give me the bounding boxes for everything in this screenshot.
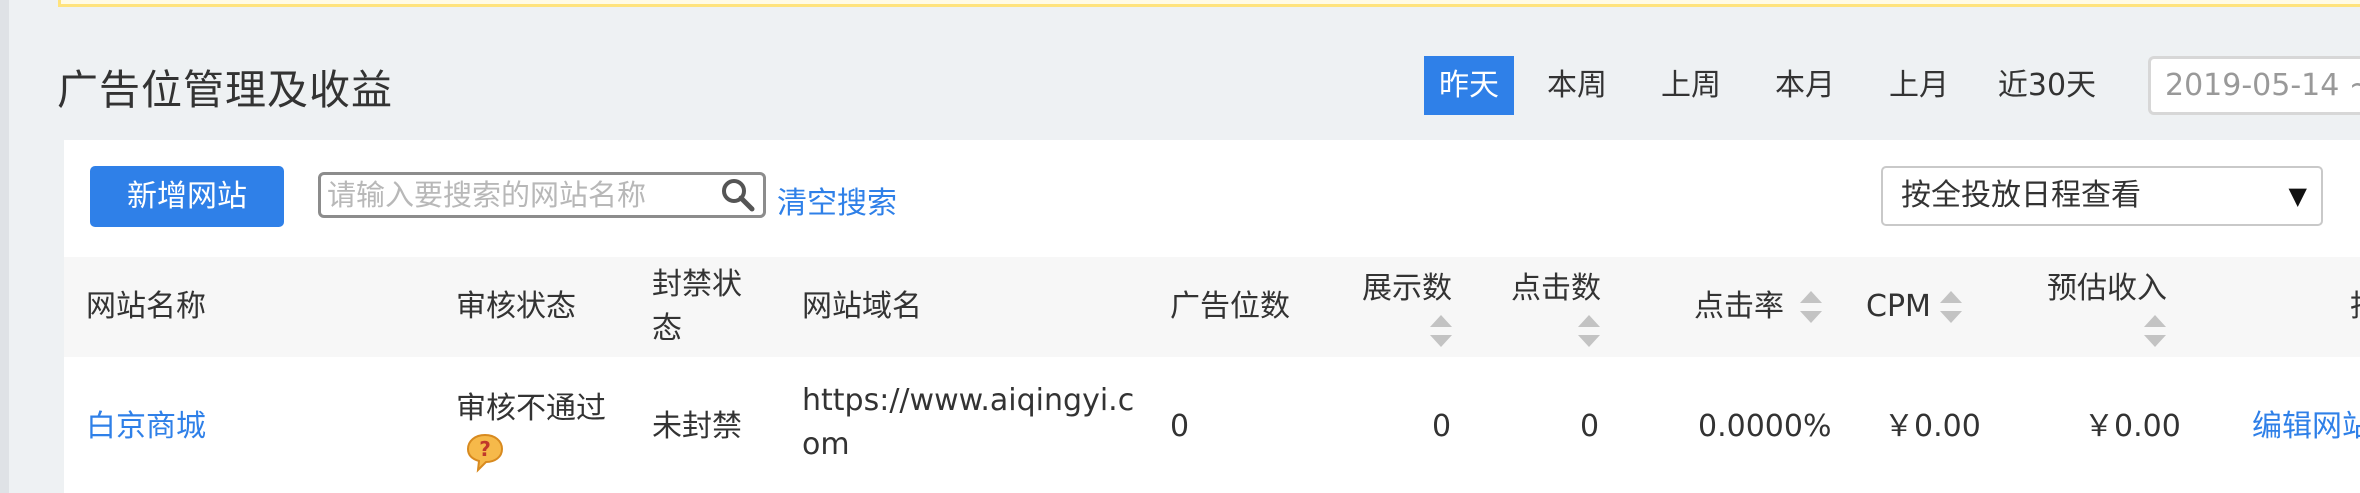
ban-status: 未封禁 — [652, 409, 742, 444]
col-clicks: 点击数 — [1511, 271, 1601, 306]
col-est-revenue: 预估收入 — [2047, 271, 2167, 306]
col-impressions: 展示数 — [1362, 271, 1452, 306]
date-range-picker[interactable]: 2019-05-14 ~ — [2148, 56, 2360, 115]
col-actions: 指 — [2350, 285, 2360, 329]
sort-ctr-icon[interactable] — [1800, 291, 1822, 327]
tab-last-month[interactable]: 上月 — [1874, 56, 1964, 115]
chevron-down-icon: ▼ — [2288, 182, 2307, 210]
col-site-name: 网站名称 — [86, 289, 206, 324]
col-review-status: 审核状态 — [456, 289, 576, 324]
domain-line1: https://www.aiqingyi.c — [802, 383, 1135, 418]
view-mode-select[interactable]: 按全投放日程查看 ▼ — [1881, 166, 2323, 226]
tab-this-month[interactable]: 本月 — [1760, 56, 1850, 115]
tab-last-week[interactable]: 上周 — [1646, 56, 1736, 115]
tab-this-week[interactable]: 本周 — [1532, 56, 1622, 115]
search-icon[interactable] — [716, 174, 760, 218]
notice-bar — [58, 0, 2360, 7]
col-ban-status: 封禁状 态 — [652, 263, 742, 351]
col-domain: 网站域名 — [802, 289, 922, 324]
impressions-value: 0 — [1432, 409, 1452, 444]
view-mode-value: 按全投放日程查看 — [1901, 178, 2141, 213]
tab-yesterday[interactable]: 昨天 — [1424, 56, 1514, 115]
review-status: 审核不通过 — [456, 391, 606, 426]
search-input[interactable] — [318, 172, 766, 218]
col-ad-slots: 广告位数 — [1170, 289, 1290, 324]
clear-search-link[interactable]: 清空搜索 — [777, 178, 897, 222]
help-icon[interactable]: ? — [464, 431, 506, 473]
domain-cell: https://www.aiqingyi.c om — [802, 379, 1134, 467]
col-cpm: CPM — [1866, 289, 1931, 324]
table-row: 白京商城 审核不通过 ? 未封禁 https://www.aiqingyi.c … — [64, 357, 2360, 493]
domain-line2: om — [802, 427, 850, 462]
sort-revenue-icon[interactable] — [2144, 315, 2166, 351]
col-ctr: 点击率 — [1694, 289, 1784, 324]
sort-clicks-icon[interactable] — [1578, 315, 1600, 351]
tab-last-30-days[interactable]: 近30天 — [1992, 56, 2102, 115]
sort-cpm-icon[interactable] — [1940, 291, 1962, 327]
sort-impressions-icon[interactable] — [1430, 315, 1452, 351]
col-ban-status-line1: 封禁状 — [652, 267, 742, 302]
col-ban-status-line2: 态 — [652, 311, 682, 346]
site-panel: 新增网站 清空搜索 按全投放日程查看 ▼ 网站名称 审核状态 封禁状 态 网站域… — [64, 140, 2360, 493]
svg-text:?: ? — [479, 437, 491, 461]
edit-site-link[interactable]: 编辑网站 — [2252, 405, 2360, 449]
ad-slots-value: 0 — [1170, 409, 1190, 444]
cpm-value: ￥0.00 — [1884, 409, 1981, 444]
left-edge — [0, 0, 9, 493]
ctr-value: 0.0000% — [1698, 409, 1832, 444]
table-header: 网站名称 审核状态 封禁状 态 网站域名 广告位数 展示数 点击数 点击率 CP… — [64, 257, 2360, 357]
add-site-button[interactable]: 新增网站 — [90, 166, 284, 227]
revenue-value: ￥0.00 — [2084, 409, 2181, 444]
site-name-link[interactable]: 白京商城 — [86, 405, 206, 449]
clicks-value: 0 — [1580, 409, 1600, 444]
page-title: 广告位管理及收益 — [57, 66, 393, 114]
